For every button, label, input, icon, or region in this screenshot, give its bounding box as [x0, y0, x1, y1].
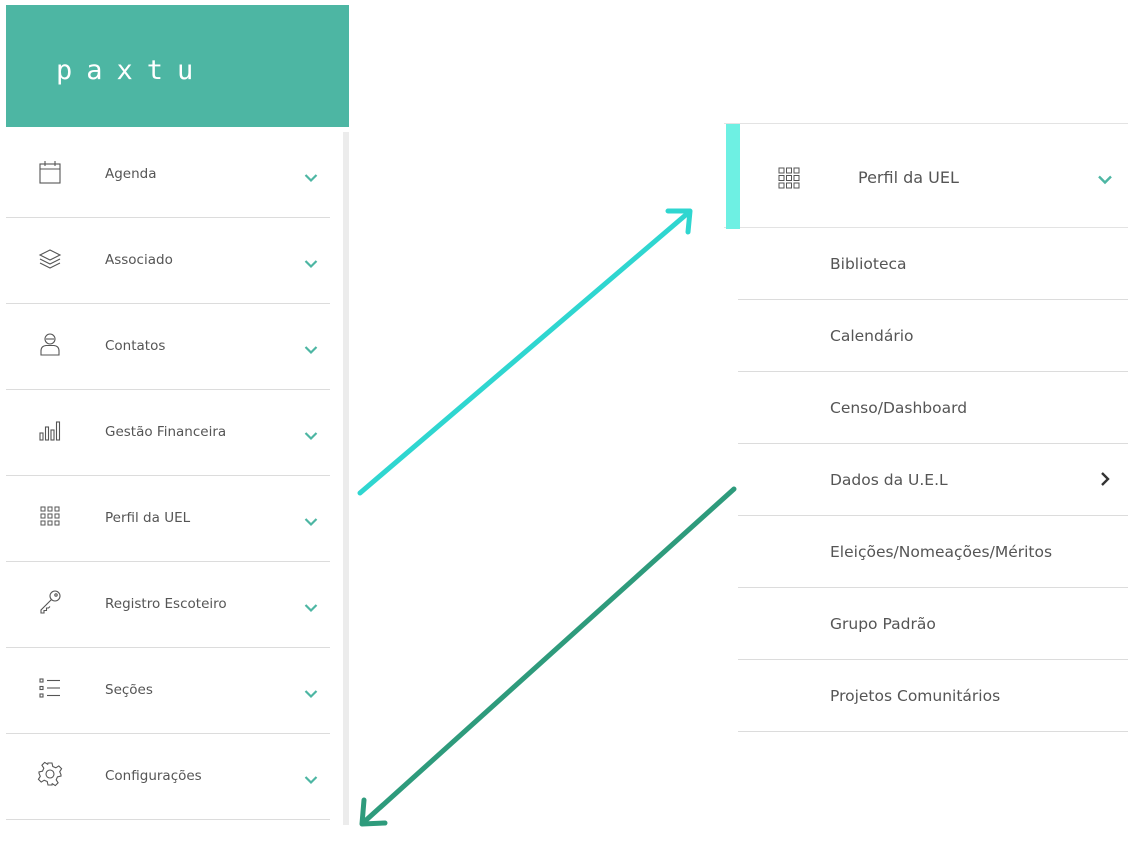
logo-bar: paxtu: [6, 5, 349, 127]
sidebar-item-label: Seções: [105, 682, 153, 698]
sidebar: paxtu Agenda Associado Contatos Gestão F…: [6, 5, 349, 825]
submenu-item-label: Dados da U.E.L: [830, 471, 948, 489]
sidebar-scrollbar[interactable]: [343, 132, 349, 825]
panel-header-perfil-da-uel[interactable]: Perfil da UEL: [724, 123, 1128, 229]
chevron-right-icon: [1099, 471, 1111, 487]
submenu-item-projetos-comunitarios[interactable]: Projetos Comunitários: [738, 660, 1128, 732]
chevron-down-icon: [304, 340, 318, 355]
grid-icon: [774, 163, 804, 193]
sidebar-item-label: Registro Escoteiro: [105, 596, 227, 612]
chevron-down-icon: [304, 254, 318, 269]
submenu-item-label: Censo/Dashboard: [830, 399, 968, 417]
sidebar-item-configuracoes[interactable]: Configurações: [6, 734, 330, 820]
sidebar-item-label: Agenda: [105, 166, 157, 182]
submenu-item-grupo-padrao[interactable]: Grupo Padrão: [738, 588, 1128, 660]
submenu-item-dados-da-uel[interactable]: Dados da U.E.L: [738, 444, 1128, 516]
submenu-item-label: Calendário: [830, 327, 914, 345]
submenu-item-label: Projetos Comunitários: [830, 687, 1001, 705]
submenu-item-label: Biblioteca: [830, 255, 907, 273]
calendar-icon: [36, 158, 64, 186]
sidebar-item-label: Gestão Financeira: [105, 424, 227, 440]
sidebar-item-label: Perfil da UEL: [105, 510, 191, 526]
contact-person-icon: [36, 330, 64, 358]
sidebar-item-label: Contatos: [105, 338, 166, 354]
logo[interactable]: paxtu: [56, 55, 207, 86]
submenu: Biblioteca Calendário Censo/Dashboard Da…: [738, 228, 1128, 732]
submenu-item-label: Grupo Padrão: [830, 615, 936, 633]
panel-header-label: Perfil da UEL: [858, 168, 959, 187]
sidebar-item-agenda[interactable]: Agenda: [6, 132, 330, 218]
sidebar-menu: Agenda Associado Contatos Gestão Finance…: [6, 132, 330, 820]
sidebar-item-label: Associado: [105, 252, 173, 268]
sidebar-item-contatos[interactable]: Contatos: [6, 304, 330, 390]
sidebar-item-gestao-financeira[interactable]: Gestão Financeira: [6, 390, 330, 476]
submenu-item-calendario[interactable]: Calendário: [738, 300, 1128, 372]
chevron-down-icon: [304, 684, 318, 699]
chevron-down-icon: [304, 512, 318, 527]
chevron-down-icon: [304, 426, 318, 441]
chevron-down-icon: [1097, 171, 1113, 185]
gear-icon: [36, 760, 64, 788]
submenu-item-biblioteca[interactable]: Biblioteca: [738, 228, 1128, 300]
sidebar-item-secoes[interactable]: Seções: [6, 648, 330, 734]
key-icon: [36, 588, 64, 616]
active-indicator: [726, 124, 740, 229]
layers-icon: [36, 244, 64, 272]
sidebar-item-registro-escoteiro[interactable]: Registro Escoteiro: [6, 562, 330, 648]
sidebar-item-associado[interactable]: Associado: [6, 218, 330, 304]
chevron-down-icon: [304, 168, 318, 183]
list-icon: [36, 674, 64, 702]
bar-chart-icon: [36, 416, 64, 444]
chevron-down-icon: [304, 770, 318, 785]
submenu-item-label: Eleições/Nomeações/Méritos: [830, 543, 1053, 561]
arrow-to-sidebar: [359, 486, 737, 827]
sidebar-item-perfil-da-uel[interactable]: Perfil da UEL: [6, 476, 330, 562]
submenu-item-eleicoes[interactable]: Eleições/Nomeações/Méritos: [738, 516, 1128, 588]
arrow-to-panel: [357, 208, 693, 496]
sidebar-item-label: Configurações: [105, 768, 202, 784]
submenu-item-censo-dashboard[interactable]: Censo/Dashboard: [738, 372, 1128, 444]
chevron-down-icon: [304, 598, 318, 613]
expanded-menu-panel: Perfil da UEL Biblioteca Calendário Cens…: [724, 123, 1128, 732]
grid-icon: [36, 502, 64, 530]
